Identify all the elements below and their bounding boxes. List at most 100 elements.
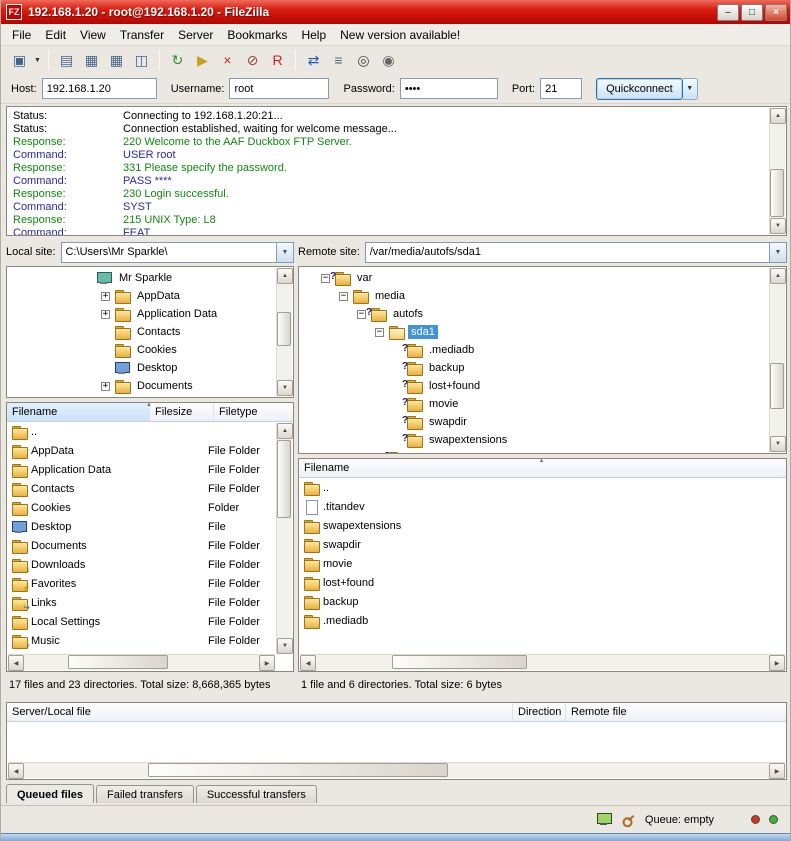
file-row-[interactable]: .. bbox=[7, 422, 276, 441]
cancel-button[interactable]: × bbox=[215, 49, 240, 71]
tree-item-appdata[interactable]: +AppData bbox=[7, 287, 276, 305]
username-input[interactable] bbox=[229, 78, 329, 99]
find-files-button[interactable]: ◎ bbox=[351, 49, 376, 71]
scroll-up-icon[interactable]: ▲ bbox=[770, 108, 786, 124]
column-header-filetype[interactable]: Filetype bbox=[214, 403, 293, 421]
tab-failed-transfers[interactable]: Failed transfers bbox=[96, 785, 194, 803]
menu-view[interactable]: View bbox=[73, 26, 113, 44]
file-row-lost-found[interactable]: lost+found bbox=[299, 573, 786, 592]
tree-item-media[interactable]: −media bbox=[299, 287, 769, 305]
file-row-music[interactable]: ♪MusicFile Folder bbox=[7, 631, 276, 650]
local-tree-vertical-scrollbar[interactable]: ▲ ▼ bbox=[276, 268, 292, 396]
tab-queued-files[interactable]: Queued files bbox=[6, 784, 94, 803]
scroll-left-icon[interactable]: ◀ bbox=[8, 655, 24, 671]
file-row-appdata[interactable]: AppDataFile Folder bbox=[7, 441, 276, 460]
maximize-button[interactable] bbox=[741, 4, 763, 21]
file-row-downloads[interactable]: ↓DownloadsFile Folder bbox=[7, 555, 276, 574]
tab-successful-transfers[interactable]: Successful transfers bbox=[196, 785, 317, 803]
tree-item-sda1[interactable]: −sda1 bbox=[299, 323, 769, 341]
chevron-down-icon[interactable]: ▼ bbox=[276, 243, 293, 262]
scrollbar-thumb[interactable] bbox=[148, 763, 448, 777]
tree-item-movie[interactable]: ?movie bbox=[299, 395, 769, 413]
tree-expander-icon[interactable]: + bbox=[101, 382, 110, 391]
tree-item-lost-found[interactable]: ?lost+found bbox=[299, 377, 769, 395]
menu-server[interactable]: Server bbox=[171, 26, 220, 44]
splitter-collapse-icon[interactable] bbox=[539, 458, 545, 464]
scrollbar-thumb[interactable] bbox=[277, 440, 291, 518]
tree-item-application-data[interactable]: +Application Data bbox=[7, 305, 276, 323]
file-row-application-data[interactable]: Application DataFile Folder bbox=[7, 460, 276, 479]
remote-list-horizontal-scrollbar[interactable]: ◀ ▶ bbox=[300, 654, 785, 670]
tree-item-mediadb[interactable]: ?.mediadb bbox=[299, 341, 769, 359]
scrollbar-thumb[interactable] bbox=[277, 312, 291, 346]
scroll-down-icon[interactable]: ▼ bbox=[770, 218, 786, 234]
scroll-down-icon[interactable]: ▼ bbox=[277, 638, 293, 654]
tree-item-autofs[interactable]: −?autofs bbox=[299, 305, 769, 323]
column-header-server-local-file[interactable]: Server/Local file bbox=[7, 703, 513, 721]
file-row-mediadb[interactable]: .mediadb bbox=[299, 611, 786, 630]
tree-item-mr-sparkle[interactable]: Mr Sparkle bbox=[7, 269, 276, 287]
queue-horizontal-scrollbar[interactable]: ◀ ▶ bbox=[8, 762, 785, 778]
scroll-down-icon[interactable]: ▼ bbox=[770, 436, 786, 452]
menu-help[interactable]: Help bbox=[294, 26, 333, 44]
scrollbar-thumb[interactable] bbox=[770, 363, 784, 409]
file-row-[interactable]: .. bbox=[299, 478, 786, 497]
menu-new-version-available[interactable]: New version available! bbox=[333, 26, 467, 44]
tree-item-contacts[interactable]: Contacts bbox=[7, 323, 276, 341]
file-row-links[interactable]: ↪LinksFile Folder bbox=[7, 593, 276, 612]
file-row-movie[interactable]: movie bbox=[299, 554, 786, 573]
disconnect-button[interactable]: ⊘ bbox=[240, 49, 265, 71]
synchronized-browsing-button[interactable]: ≡ bbox=[326, 49, 351, 71]
scroll-right-icon[interactable]: ▶ bbox=[769, 763, 785, 779]
quickconnect-button[interactable]: Quickconnect bbox=[596, 78, 683, 100]
menu-edit[interactable]: Edit bbox=[38, 26, 73, 44]
toggle-message-log-button[interactable]: ▤ bbox=[54, 49, 79, 71]
scroll-up-icon[interactable]: ▲ bbox=[770, 268, 786, 284]
toggle-queue-button[interactable]: ◫ bbox=[129, 49, 154, 71]
file-row-local-settings[interactable]: Local SettingsFile Folder bbox=[7, 612, 276, 631]
menu-bookmarks[interactable]: Bookmarks bbox=[220, 26, 294, 44]
chevron-down-icon[interactable]: ▼ bbox=[769, 243, 786, 262]
scroll-up-icon[interactable]: ▲ bbox=[277, 423, 293, 439]
toggle-remote-tree-button[interactable]: ▦ bbox=[104, 49, 129, 71]
local-list-vertical-scrollbar[interactable]: ▲ ▼ bbox=[276, 423, 292, 654]
site-manager-button[interactable]: ▣ bbox=[7, 49, 32, 71]
menu-transfer[interactable]: Transfer bbox=[113, 26, 171, 44]
file-row-cookies[interactable]: CookiesFolder bbox=[7, 498, 276, 517]
refresh-button[interactable]: ↻ bbox=[165, 49, 190, 71]
scroll-right-icon[interactable]: ▶ bbox=[259, 655, 275, 671]
host-input[interactable] bbox=[42, 78, 157, 99]
file-row-backup[interactable]: backup bbox=[299, 592, 786, 611]
tree-expander-icon[interactable]: − bbox=[339, 292, 348, 301]
scrollbar-thumb[interactable] bbox=[392, 655, 527, 669]
tree-expander-icon[interactable]: + bbox=[101, 292, 110, 301]
file-row-swapdir[interactable]: swapdir bbox=[299, 535, 786, 554]
scroll-down-icon[interactable]: ▼ bbox=[277, 380, 293, 396]
scroll-right-icon[interactable]: ▶ bbox=[769, 655, 785, 671]
tree-expander-icon[interactable]: − bbox=[357, 310, 366, 319]
scroll-left-icon[interactable]: ◀ bbox=[8, 763, 24, 779]
close-button[interactable] bbox=[765, 4, 787, 21]
titlebar[interactable]: FZ 192.168.1.20 - root@192.168.1.20 - Fi… bbox=[1, 0, 791, 24]
tree-item-var[interactable]: −?var bbox=[299, 269, 769, 287]
scrollbar-thumb[interactable] bbox=[68, 655, 168, 669]
tree-item-downloads[interactable]: +Downloads bbox=[7, 395, 276, 397]
tree-item-documents[interactable]: +Documents bbox=[7, 377, 276, 395]
local-list-horizontal-scrollbar[interactable]: ◀ ▶ bbox=[8, 654, 275, 670]
log-vertical-scrollbar[interactable]: ▲ ▼ bbox=[769, 108, 785, 234]
tree-expander-icon[interactable]: − bbox=[321, 274, 330, 283]
remote-site-combo[interactable]: /var/media/autofs/sda1 ▼ bbox=[365, 242, 787, 263]
tree-expander-icon[interactable]: + bbox=[101, 310, 110, 319]
tree-item-swapextensions[interactable]: ?swapextensions bbox=[299, 431, 769, 449]
port-input[interactable] bbox=[540, 78, 582, 99]
toggle-local-tree-button[interactable]: ▦ bbox=[79, 49, 104, 71]
scroll-left-icon[interactable]: ◀ bbox=[300, 655, 316, 671]
reconnect-button[interactable]: R bbox=[265, 49, 290, 71]
file-row-swapextensions[interactable]: swapextensions bbox=[299, 516, 786, 535]
file-row-favorites[interactable]: ★FavoritesFile Folder bbox=[7, 574, 276, 593]
tree-item-dvd[interactable]: ?dvd bbox=[299, 449, 769, 453]
scroll-up-icon[interactable]: ▲ bbox=[277, 268, 293, 284]
file-row-documents[interactable]: DocumentsFile Folder bbox=[7, 536, 276, 555]
file-row-titandev[interactable]: .titandev bbox=[299, 497, 786, 516]
tree-item-backup[interactable]: ?backup bbox=[299, 359, 769, 377]
